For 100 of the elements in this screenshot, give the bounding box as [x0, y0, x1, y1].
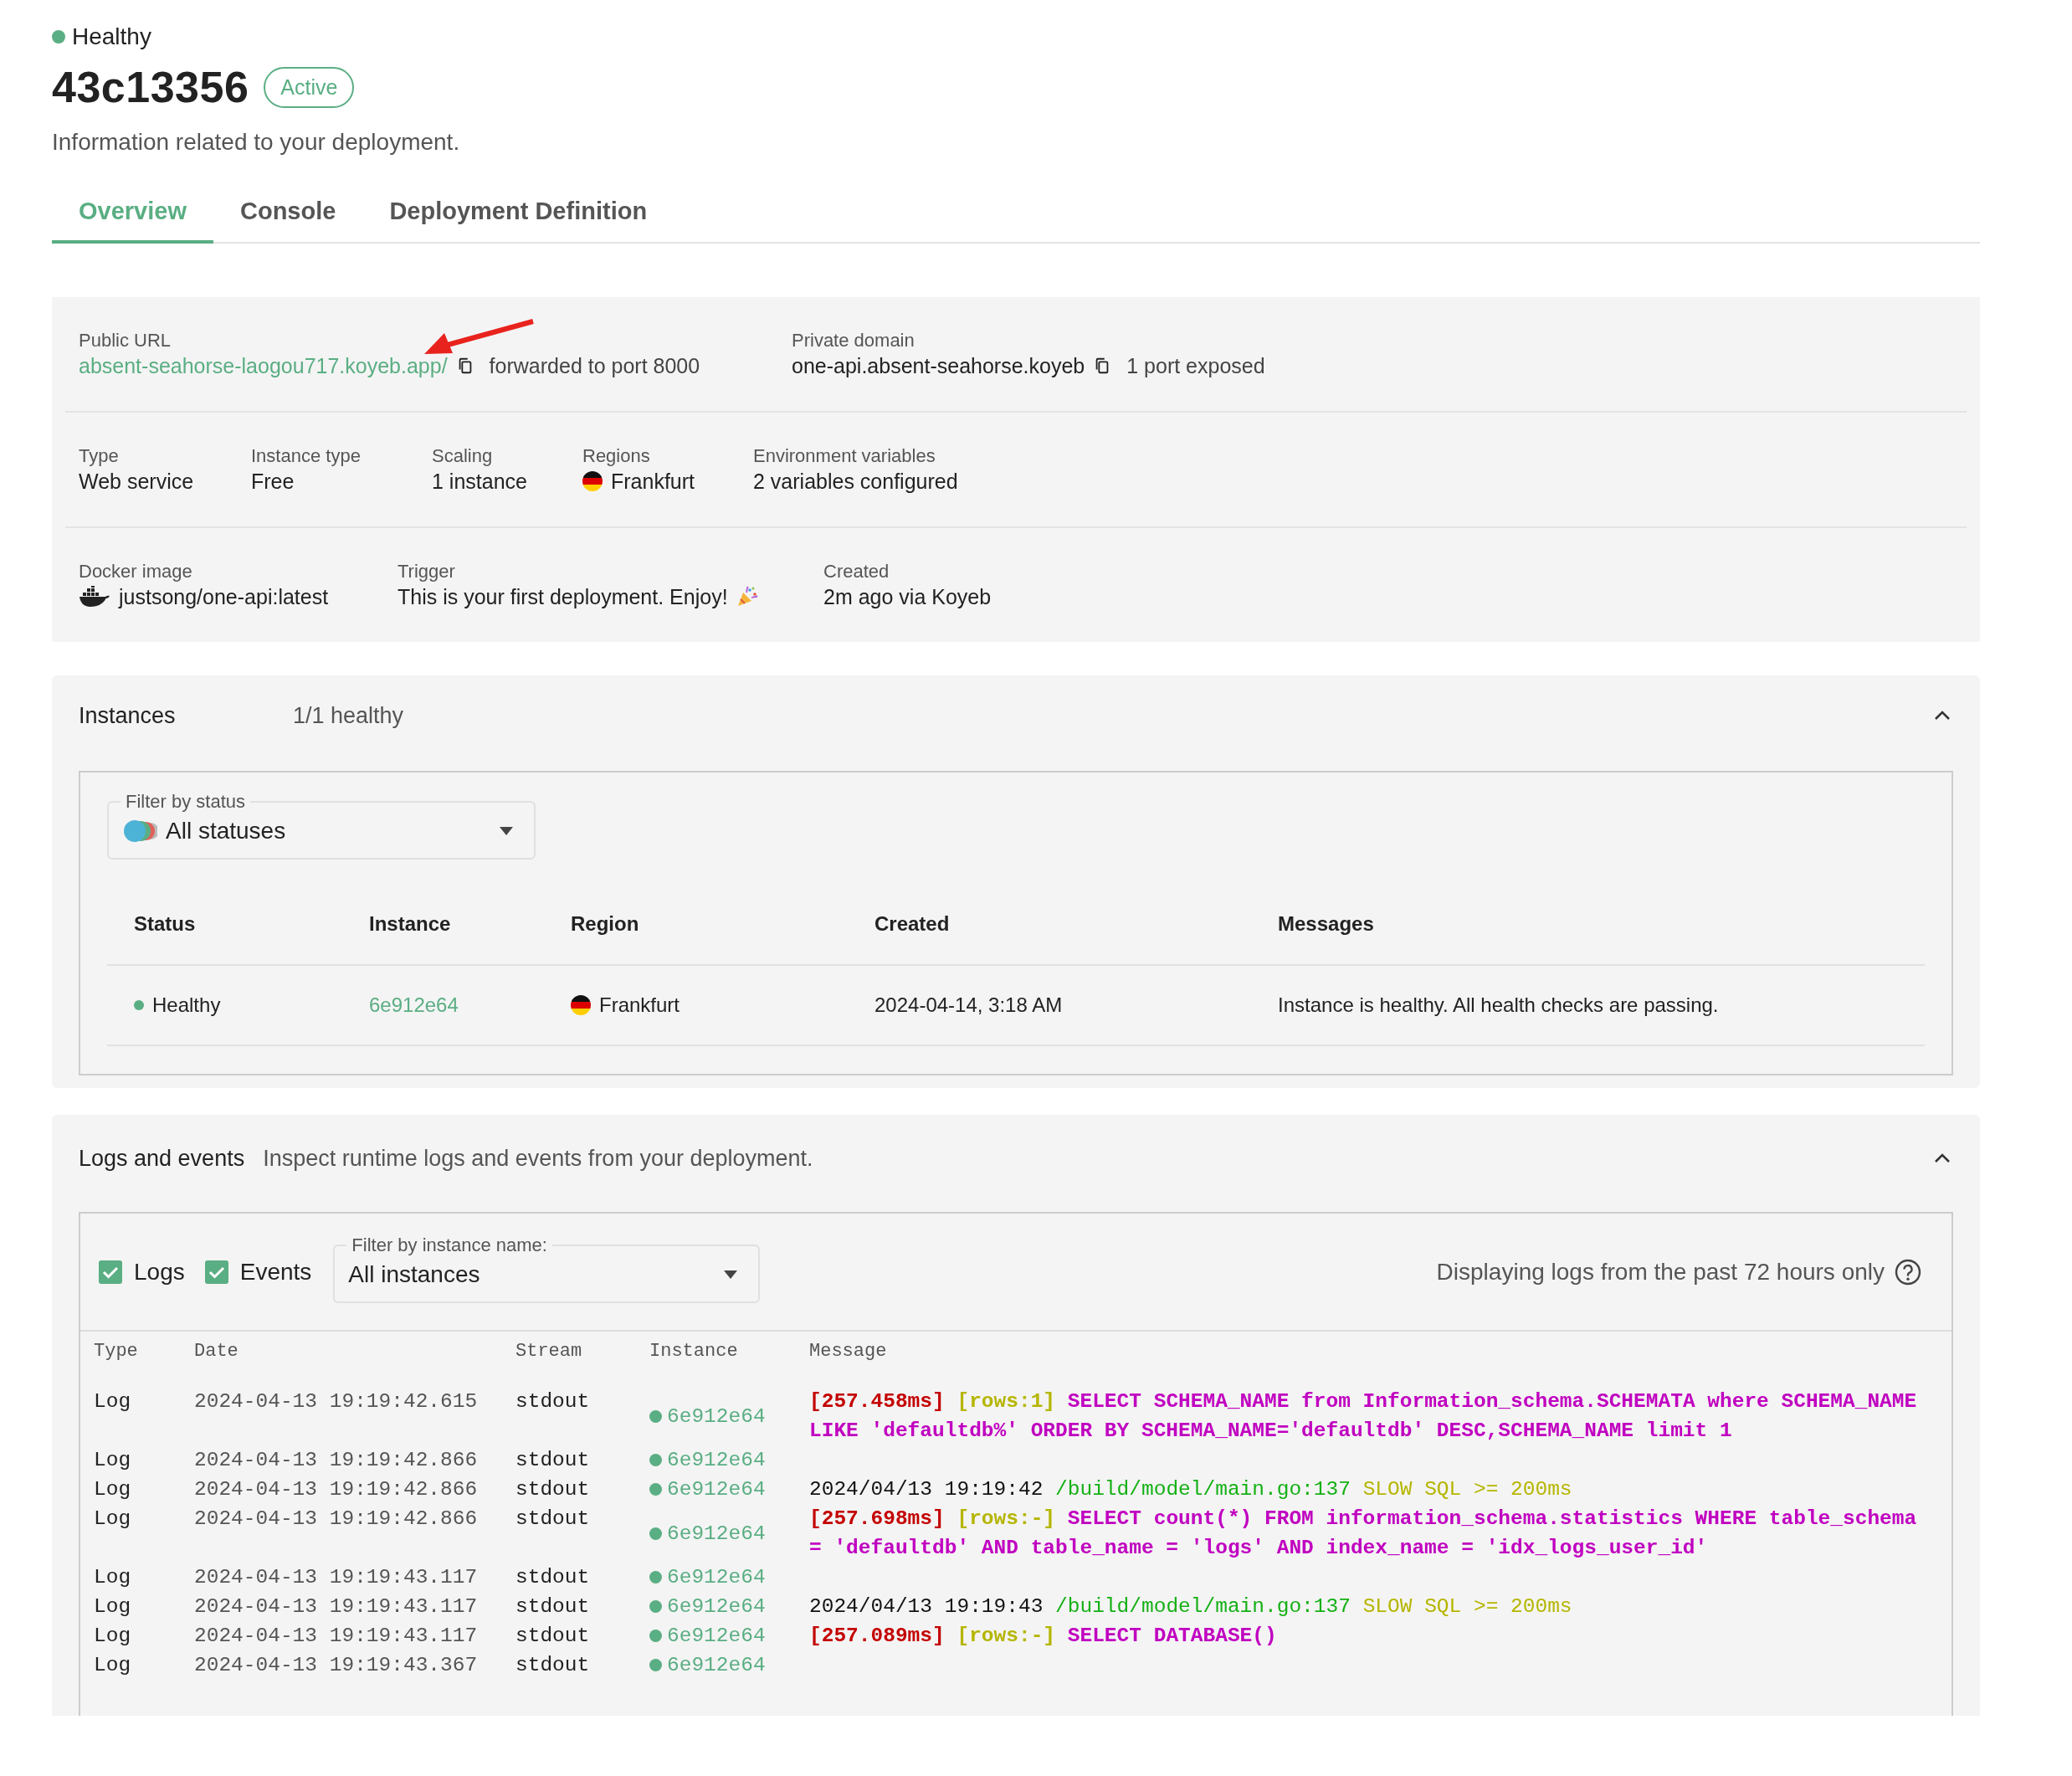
- status-dot: [649, 1630, 662, 1642]
- status-dot: [649, 1571, 662, 1584]
- column-header: Instance: [369, 911, 452, 936]
- log-type: Log: [94, 1624, 132, 1649]
- tab[interactable]: Deployment Definition: [362, 186, 674, 244]
- column-header: Region: [571, 911, 640, 936]
- field-label: Docker image: [79, 560, 192, 583]
- log-date: 2024-04-13 19:19:42.866: [194, 1477, 479, 1502]
- table-cell: Frankfurt: [599, 993, 680, 1017]
- caret-icon: [723, 1269, 739, 1280]
- column-header: Status: [134, 911, 197, 936]
- log-date: 2024-04-13 19:19:43.367: [194, 1653, 479, 1678]
- checkbox[interactable]: [99, 1260, 122, 1284]
- log-date: 2024-04-13 19:19:43.117: [194, 1565, 479, 1590]
- status-dot: [649, 1483, 662, 1496]
- log-date: 2024-04-13 19:19:43.117: [194, 1624, 479, 1649]
- log-type: Log: [94, 1448, 132, 1473]
- page-subtitle: Information related to your deployment.: [52, 129, 461, 156]
- section-subtitle: Inspect runtime logs and events from your deployment.: [263, 1145, 814, 1172]
- log-stream: stdout: [515, 1624, 591, 1649]
- field-label: Type: [79, 444, 119, 468]
- checkbox[interactable]: [204, 1260, 228, 1284]
- log-date: 2024-04-13 19:19:42.866: [194, 1448, 479, 1473]
- field-value: Web service: [79, 469, 194, 495]
- log-type: Log: [94, 1507, 132, 1532]
- log-type: Log: [94, 1477, 132, 1502]
- status-badge: Active: [264, 66, 355, 108]
- status-dot: [649, 1600, 662, 1613]
- field-value: Free: [251, 469, 295, 495]
- log-message: [257.089ms] [rows:-] SELECT DATABASE(): [809, 1624, 1278, 1649]
- log-message: 2024/04/13 19:19:43 /build/model/main.go:137 SLOW SQL >= 200ms: [809, 1594, 1573, 1619]
- log-stream: stdout: [515, 1389, 591, 1414]
- field-label: Trigger: [397, 560, 455, 583]
- instance-name: 6e912e64: [667, 1594, 766, 1619]
- section-title: Instances: [79, 702, 177, 729]
- column-header: Type: [94, 1340, 139, 1363]
- column-header: Date: [194, 1340, 239, 1363]
- column-header: Instance: [649, 1340, 739, 1363]
- log-message: [257.698ms] [rows:-] SELECT count(*) FROM information_schema.statistics WHERE table_schema = 'defaultdb' AND table_name = 'logs' AND index_name = 'idx_logs_user_id': [809, 1507, 1918, 1561]
- column-header: Messages: [1278, 911, 1375, 936]
- log-date: 2024-04-13 19:19:42.866: [194, 1507, 479, 1532]
- status-dot: [52, 30, 65, 44]
- field-label: Instance type: [251, 444, 361, 468]
- table-cell: Instance is healthy. All health checks are passing.: [1278, 993, 1719, 1017]
- status-dots-icon: [122, 819, 157, 843]
- status-dot: [649, 1527, 662, 1540]
- table-cell: 2024-04-14, 3:18 AM: [874, 993, 1063, 1017]
- deployment-title: 43c13356: [52, 62, 249, 112]
- status-dot: [649, 1659, 662, 1671]
- log-message: [257.458ms] [rows:1] SELECT SCHEMA_NAME from Information_schema.SCHEMATA where SCHEMA_NAME LIKE 'defaultdb%' ORDER BY SCHEMA_NAME='defaultdb' DESC,SCHEMA_NAME limit 1: [809, 1389, 1918, 1444]
- log-stream: stdout: [515, 1448, 591, 1473]
- status-dot: [134, 1000, 144, 1010]
- caret-icon: [499, 826, 514, 836]
- instance-name: 6e912e64: [667, 1477, 766, 1502]
- checkbox-label: Events: [239, 1258, 312, 1286]
- status-label: Healthy: [72, 23, 151, 50]
- instance-name: 6e912e64: [667, 1448, 766, 1473]
- whale-icon: [79, 586, 110, 608]
- log-message: 2024/04/13 19:19:42 /build/model/main.go:137 SLOW SQL >= 200ms: [809, 1477, 1573, 1502]
- field-value: Frankfurt: [611, 469, 695, 495]
- port-note: forwarded to port 8000: [489, 353, 700, 379]
- field-label: Scaling: [432, 444, 493, 468]
- field-value: 2 variables configured: [753, 469, 958, 495]
- column-header: Created: [874, 911, 951, 936]
- status-dot: [649, 1454, 662, 1466]
- log-stream: stdout: [515, 1477, 591, 1502]
- log-type: Log: [94, 1389, 132, 1414]
- section-title: Logs and events: [79, 1145, 245, 1172]
- log-stream: stdout: [515, 1594, 591, 1619]
- log-date: 2024-04-13 19:19:43.117: [194, 1594, 479, 1619]
- field-label: Created: [823, 560, 890, 583]
- instance-name: 6e912e64: [667, 1653, 766, 1678]
- field-value: one-api.absent-seahorse.koyeb: [792, 353, 1085, 379]
- flag-icon: [582, 471, 603, 491]
- health-summary: 1/1 healthy: [293, 702, 405, 729]
- instance-name: 6e912e64: [667, 1404, 766, 1430]
- log-stream: stdout: [515, 1507, 591, 1532]
- field-value: 1 instance: [432, 469, 527, 495]
- log-stream: stdout: [515, 1565, 591, 1590]
- log-date: 2024-04-13 19:19:42.615: [194, 1389, 479, 1414]
- field-value: 2m ago via Koyeb: [823, 584, 992, 610]
- help-icon: [1895, 1258, 1921, 1286]
- party-popper-icon: [736, 586, 758, 608]
- flag-icon: [571, 995, 591, 1015]
- log-stream: stdout: [515, 1653, 591, 1678]
- instance-name: 6e912e64: [667, 1624, 766, 1649]
- field-label: Regions: [582, 444, 650, 468]
- retention-note: Displaying logs from the past 72 hours only: [1436, 1258, 1885, 1286]
- tab[interactable]: Console: [213, 186, 363, 244]
- instance-name: 6e912e64: [667, 1521, 766, 1547]
- checkbox-label: Logs: [134, 1258, 185, 1286]
- field-label: Public URL: [79, 329, 172, 352]
- table-cell: Healthy: [152, 993, 221, 1017]
- field-label: Environment variables: [753, 444, 936, 468]
- column-header: Message: [809, 1340, 888, 1363]
- log-type: Log: [94, 1653, 132, 1678]
- field-value: This is your first deployment. Enjoy!: [397, 584, 728, 610]
- status-dot: [649, 1409, 662, 1423]
- field-label: Private domain: [792, 329, 915, 352]
- log-type: Log: [94, 1594, 132, 1619]
